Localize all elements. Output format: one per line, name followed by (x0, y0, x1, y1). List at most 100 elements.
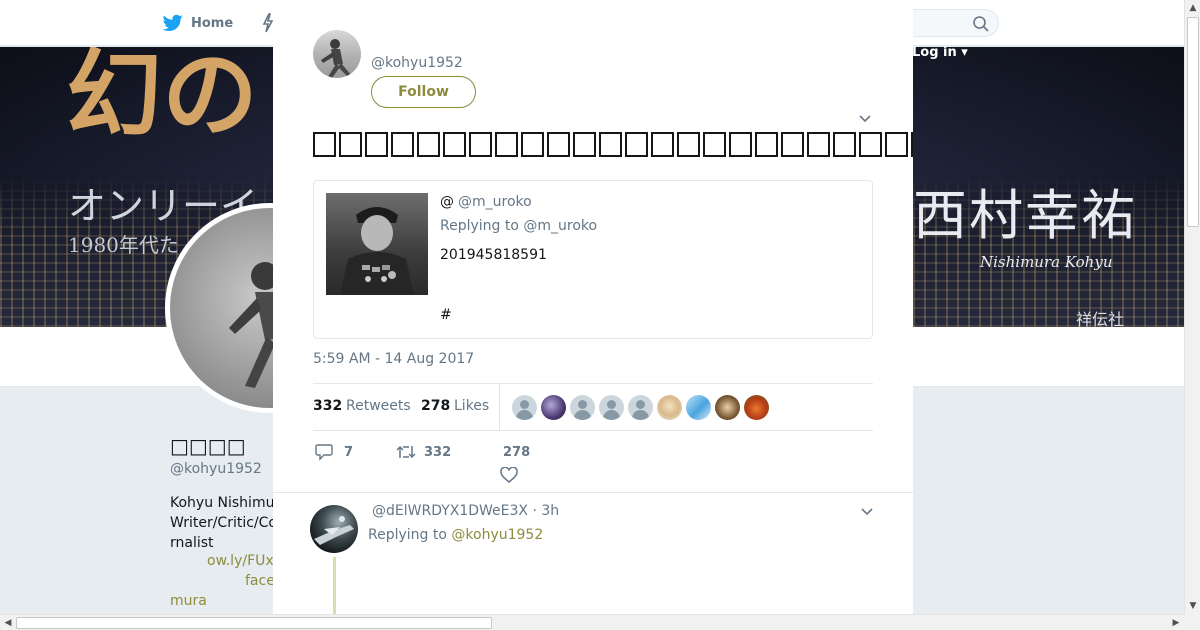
heart-icon[interactable] (500, 467, 518, 484)
banner-title: 幻の (66, 47, 258, 151)
quoted-hashtag[interactable]: # (440, 307, 452, 323)
quoted-tweet-text: 201945818591 (440, 247, 547, 263)
missing-glyph-box (391, 132, 414, 157)
scroll-down-arrow-icon[interactable]: ▼ (1185, 598, 1200, 614)
tweet-text: →□□→□□□□ (313, 128, 913, 164)
search-box[interactable] (913, 9, 999, 37)
profile-display-name: □□□□ (170, 434, 246, 458)
profile-link[interactable]: mura (170, 593, 207, 609)
quoted-replying-to: Replying to @m_uroko (440, 218, 598, 234)
missing-glyph-box (885, 132, 908, 157)
liker-avatar[interactable] (512, 395, 537, 420)
reply-author-handle[interactable]: @dElWRDYX1DWeE3X · 3h (372, 503, 559, 519)
missing-glyph-box (417, 132, 440, 157)
quoted-tweet-image[interactable] (326, 193, 428, 295)
reply-options-chevron-icon[interactable] (860, 504, 874, 518)
missing-glyph-box (599, 132, 622, 157)
missing-glyph-box (703, 132, 726, 157)
reply-author-avatar[interactable] (310, 505, 358, 553)
missing-glyph-box (521, 132, 544, 157)
profile-link[interactable]: face (245, 573, 275, 589)
home-label: Home (191, 15, 234, 31)
quoted-display-name: @ (440, 194, 454, 210)
missing-glyph-box (339, 132, 362, 157)
vertical-scrollbar[interactable]: ▲ ▼ (1184, 0, 1200, 614)
retweet-count: 332 (424, 445, 452, 460)
banner-author-roman: Nishimura Kohyu (980, 253, 1113, 271)
tweet-options-chevron-icon[interactable] (858, 111, 872, 125)
scroll-up-arrow-icon[interactable]: ▲ (1185, 0, 1200, 16)
follow-button[interactable]: Follow (371, 76, 476, 108)
reply-avatar-photo (314, 516, 354, 545)
like-count: 278 (503, 445, 531, 460)
thread-connector-line (333, 557, 336, 614)
reply-icon[interactable] (315, 443, 333, 461)
missing-glyph-box (859, 132, 882, 157)
missing-glyph-box (547, 132, 570, 157)
banner-publisher: 祥伝社 (1076, 310, 1125, 327)
liker-avatar[interactable] (541, 395, 566, 420)
author-avatar[interactable] (313, 30, 361, 78)
missing-glyph-box (807, 132, 830, 157)
scrollbar-corner (1184, 614, 1200, 630)
missing-glyph-box (495, 132, 518, 157)
replying-to-prefix: Replying to (368, 527, 447, 543)
search-icon[interactable] (972, 15, 990, 33)
tweet-actions: 7 332 278 (313, 440, 873, 486)
author-handle[interactable]: @kohyu1952 (371, 55, 463, 71)
reply-replying-to: Replying to @kohyu1952 (368, 527, 543, 543)
tweet-stats: 332 Retweets 278 Likes (313, 383, 873, 431)
tweet-permalink-modal: @kohyu1952 Follow →□□→□□□□ @ @m_uroko Re… (273, 0, 913, 614)
missing-glyph-box (833, 132, 856, 157)
quoted-tweet-card[interactable]: @ @m_uroko Replying to @m_uroko 20194581… (313, 180, 873, 339)
reply-divider (273, 492, 913, 493)
tweet-text-glyphs (313, 130, 913, 161)
like-stat-count[interactable]: 278 (421, 398, 450, 414)
scroll-left-arrow-icon[interactable]: ◀ (0, 615, 16, 630)
like-stat-label[interactable]: Likes (454, 398, 489, 414)
profile-bio: Kohyu Nishimu Writer/Critic/Co rnalist (170, 495, 273, 551)
liker-avatar[interactable] (599, 395, 624, 420)
missing-glyph-box (729, 132, 752, 157)
reply-count: 7 (344, 445, 354, 460)
banner-author-name: 西村幸祐 (913, 184, 1137, 247)
missing-glyph-box (677, 132, 700, 157)
scroll-right-arrow-icon[interactable]: ▶ (1168, 615, 1184, 630)
vertical-scroll-thumb[interactable] (1187, 17, 1199, 227)
author-avatar-photo (321, 39, 351, 78)
retweet-stat-count[interactable]: 332 (313, 398, 342, 414)
liker-avatar[interactable] (686, 395, 711, 420)
liker-avatar[interactable] (570, 395, 595, 420)
home-nav-link[interactable]: Home (163, 13, 233, 33)
replying-to-handle-link[interactable]: @kohyu1952 (451, 527, 543, 543)
profile-handle: @kohyu1952 (170, 461, 262, 477)
missing-glyph-box (469, 132, 492, 157)
horizontal-scrollbar[interactable]: ◀ ▶ (0, 614, 1184, 630)
liker-avatar[interactable] (744, 395, 769, 420)
liker-avatar[interactable] (628, 395, 653, 420)
profile-link[interactable]: ow.ly/FUx (207, 553, 274, 569)
missing-glyph-box (443, 132, 466, 157)
officer-portrait (340, 207, 414, 295)
stats-divider (499, 384, 500, 430)
tweet-timestamp[interactable]: 5:59 AM - 14 Aug 2017 (313, 351, 474, 367)
retweet-icon[interactable] (395, 443, 417, 461)
liker-avatar[interactable] (715, 395, 740, 420)
login-menu[interactable]: Log in ▾ (912, 45, 968, 60)
login-label: Log in (912, 45, 957, 60)
missing-glyph-box (313, 132, 336, 157)
banner-era-text: 1980年代た (68, 233, 179, 257)
missing-glyph-box (911, 132, 913, 157)
retweet-stat-label[interactable]: Retweets (346, 398, 411, 414)
missing-glyph-box (755, 132, 778, 157)
missing-glyph-box (625, 132, 648, 157)
twitter-bird-icon (163, 14, 183, 32)
missing-glyph-box (781, 132, 804, 157)
liker-avatar[interactable] (657, 395, 682, 420)
horizontal-scroll-thumb[interactable] (16, 617, 492, 629)
missing-glyph-box (651, 132, 674, 157)
missing-glyph-box (365, 132, 388, 157)
close-icon[interactable] (1154, 12, 1178, 36)
quoted-handle[interactable]: @m_uroko (458, 194, 532, 210)
missing-glyph-box (573, 132, 596, 157)
